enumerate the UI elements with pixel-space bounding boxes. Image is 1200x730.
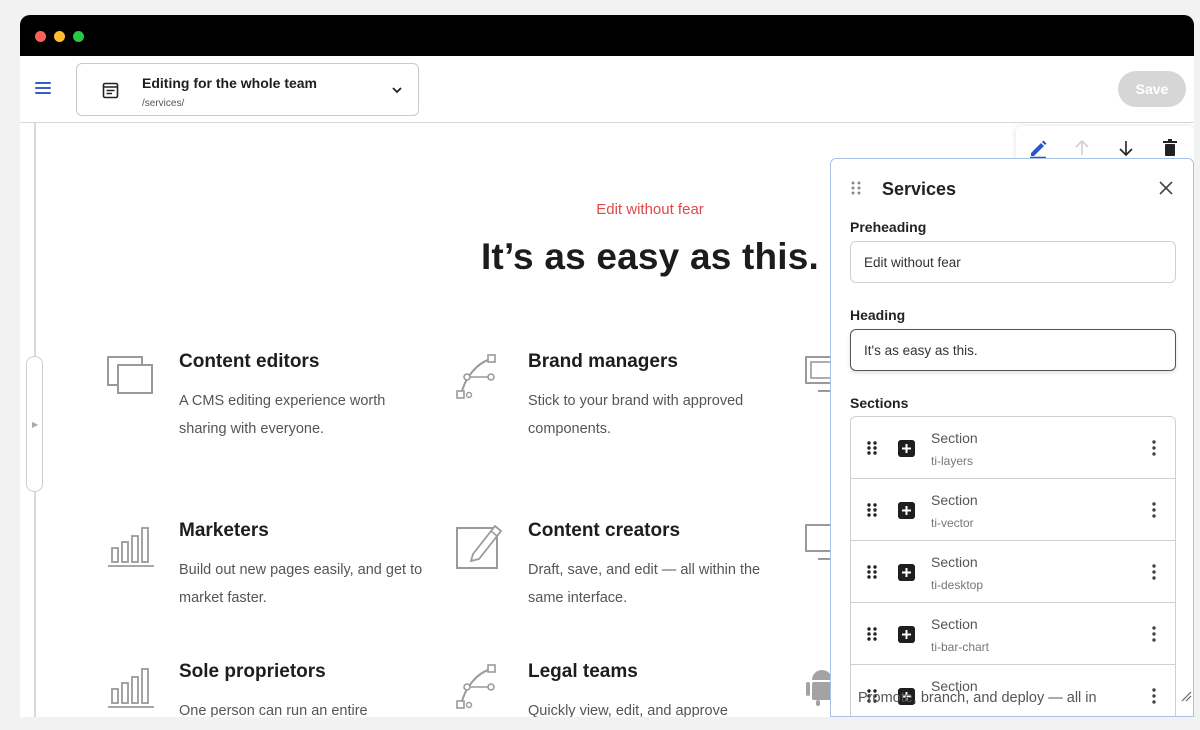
section-item[interactable]: Section ti-vector	[851, 479, 1175, 541]
section-icon-name: ti-desktop	[931, 578, 984, 592]
card-title: Legal teams	[528, 661, 638, 682]
plus-square-icon[interactable]	[898, 626, 915, 643]
menu-icon[interactable]	[35, 82, 51, 94]
more-vertical-icon[interactable]	[1147, 563, 1161, 581]
panel-title: Services	[882, 179, 957, 199]
vector-icon	[456, 354, 496, 399]
card-title: Content creators	[528, 520, 681, 541]
bar-chart-icon	[108, 668, 154, 708]
plus-square-icon[interactable]	[898, 440, 915, 457]
card-title: Sole proprietors	[179, 661, 326, 682]
more-vertical-icon[interactable]	[1147, 687, 1161, 705]
vector-icon	[456, 664, 496, 709]
card-title: Content editors	[179, 351, 320, 372]
plus-square-icon[interactable]	[898, 564, 915, 581]
section-item[interactable]: Section ti-layers	[851, 417, 1175, 479]
card-description: Build out new pages easily, and get to m…	[179, 562, 423, 606]
more-vertical-icon[interactable]	[1147, 501, 1161, 519]
trash-icon[interactable]	[1160, 138, 1180, 158]
save-button[interactable]: Save	[1118, 71, 1186, 107]
heading-label: Heading	[850, 307, 906, 323]
preheading-label: Preheading	[850, 219, 927, 235]
section-icon-name: ti-layers	[931, 454, 974, 468]
card-description: Draft, save, and edit — all within the s…	[528, 562, 761, 606]
section-item[interactable]: Section ti-bar-chart	[851, 603, 1175, 665]
close-icon[interactable]	[1159, 181, 1173, 195]
editor-toolbar: Editing for the whole team /services/ Sa…	[20, 56, 1194, 123]
section-label: Section	[931, 430, 978, 446]
card-title: Brand managers	[528, 351, 678, 372]
card-description: Quickly view, edit, and approve	[528, 703, 728, 717]
resize-handle-icon[interactable]	[1180, 690, 1192, 702]
card-description: One person can run an entire	[179, 703, 368, 717]
plus-square-icon[interactable]	[898, 502, 915, 519]
bar-chart-icon	[108, 527, 154, 567]
page-selector[interactable]: Editing for the whole team /services/	[76, 63, 419, 116]
section-label: Section	[931, 492, 978, 508]
card-description: A CMS editing experience worth sharing w…	[179, 393, 386, 437]
chevron-down-icon	[392, 87, 402, 94]
layers-icon	[107, 356, 153, 394]
section-item[interactable]: Section ti-desktop	[851, 541, 1175, 603]
drag-handle-icon[interactable]	[866, 564, 878, 580]
services-edit-panel: Services Preheading Edit without fear He…	[830, 158, 1194, 717]
card-title: Marketers	[179, 520, 269, 541]
drag-handle-icon[interactable]	[866, 440, 878, 456]
maximize-window-dot[interactable]	[73, 31, 84, 42]
card-description: Stick to your brand with approved compon…	[528, 393, 744, 437]
sections-label: Sections	[850, 395, 909, 411]
edit-pencil-icon[interactable]	[1028, 138, 1048, 158]
more-vertical-icon[interactable]	[1147, 439, 1161, 457]
minimize-window-dot[interactable]	[54, 31, 65, 42]
arrow-down-icon[interactable]	[1116, 138, 1136, 158]
section-label: Section	[931, 616, 978, 632]
section-label: Section	[931, 554, 978, 570]
preheading-input[interactable]: Edit without fear	[850, 241, 1176, 283]
window-titlebar	[20, 15, 1194, 56]
section-icon-name: ti-vector	[931, 516, 974, 530]
drag-handle-icon[interactable]	[866, 502, 878, 518]
more-vertical-icon[interactable]	[1147, 625, 1161, 643]
page-icon	[102, 82, 119, 99]
drag-handle-icon[interactable]	[850, 180, 862, 196]
arrow-up-icon[interactable]	[1072, 138, 1092, 158]
sections-list: Section ti-layers Section ti-vector Sect…	[850, 416, 1176, 716]
section-icon-name: ti-bar-chart	[931, 640, 990, 654]
page-selector-path: /services/	[142, 98, 185, 109]
card-description-partial: Promote, branch, and deploy — all in	[858, 690, 1097, 706]
edit-icon	[456, 524, 503, 569]
browser-window: Editing for the whole team /services/ Sa…	[20, 15, 1194, 717]
page-selector-title: Editing for the whole team	[142, 75, 318, 91]
drag-handle-icon[interactable]	[866, 626, 878, 642]
close-window-dot[interactable]	[35, 31, 46, 42]
heading-input[interactable]: It's as easy as this.	[850, 329, 1176, 371]
